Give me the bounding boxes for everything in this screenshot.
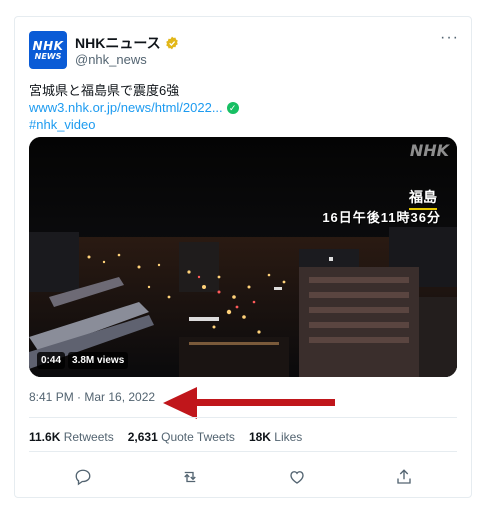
quotes-count: 2,631 — [127, 430, 158, 444]
divider — [29, 451, 457, 452]
author-name[interactable]: NHKニュース — [75, 33, 179, 53]
video-frame — [29, 137, 457, 377]
likes-count: 18K — [248, 430, 271, 444]
retweet-icon[interactable] — [180, 467, 200, 487]
broadcaster-logo: NHK — [409, 141, 449, 160]
views-badge: 3.8M views — [68, 352, 129, 369]
tweet-card: NHK NEWS NHKニュース @nhk_news ··· 宮城県と福島県で震… — [14, 16, 472, 498]
like-icon[interactable] — [287, 467, 307, 487]
avatar-subtext: NEWS — [34, 51, 62, 61]
tweet-link-text[interactable]: www3.nhk.or.jp/news/html/2022... — [29, 99, 223, 116]
more-icon[interactable]: ··· — [440, 29, 459, 47]
retweets-label: Retweets — [63, 430, 114, 444]
tweet-timestamp[interactable]: 8:41 PM · Mar 16, 2022 — [29, 390, 155, 404]
author-name-text: NHKニュース — [75, 35, 161, 51]
retweets-stat[interactable]: 11.6K Retweets — [29, 430, 114, 444]
engagement-stats: 11.6K Retweets 2,631 Quote Tweets 18K Li… — [29, 430, 302, 444]
video-player[interactable]: NHK 福島 16日午後11時36分 0:44 3.8M views — [29, 137, 457, 377]
likes-stat[interactable]: 18K Likes — [249, 430, 302, 444]
video-badges: 0:44 3.8M views — [37, 352, 129, 369]
share-icon[interactable] — [394, 467, 414, 487]
tweet-body: 宮城県と福島県で震度6強 — [29, 83, 180, 98]
quotes-stat[interactable]: 2,631 Quote Tweets — [128, 430, 235, 444]
retweets-count: 11.6K — [29, 430, 61, 444]
duration-badge: 0:44 — [37, 352, 66, 369]
hashtag-link[interactable]: #nhk_video — [29, 116, 459, 133]
verified-badge-icon — [165, 36, 178, 50]
safe-link-check-icon: ✓ — [226, 101, 239, 114]
divider — [29, 417, 457, 418]
avatar-text: NHK — [32, 38, 64, 53]
likes-label: Likes — [274, 430, 303, 444]
quotes-label: Quote Tweets — [161, 430, 235, 444]
red-arrow-annotation — [163, 387, 335, 419]
action-bar — [29, 464, 457, 490]
tweet-link[interactable]: www3.nhk.or.jp/news/html/2022... ✓ — [29, 99, 459, 116]
reply-icon[interactable] — [73, 467, 93, 487]
author-handle[interactable]: @nhk_news — [75, 52, 147, 67]
avatar[interactable]: NHK NEWS — [29, 31, 67, 69]
tweet-text: 宮城県と福島県で震度6強 www3.nhk.or.jp/news/html/20… — [29, 82, 459, 133]
time-caption: 16日午後11時36分 — [322, 210, 441, 225]
